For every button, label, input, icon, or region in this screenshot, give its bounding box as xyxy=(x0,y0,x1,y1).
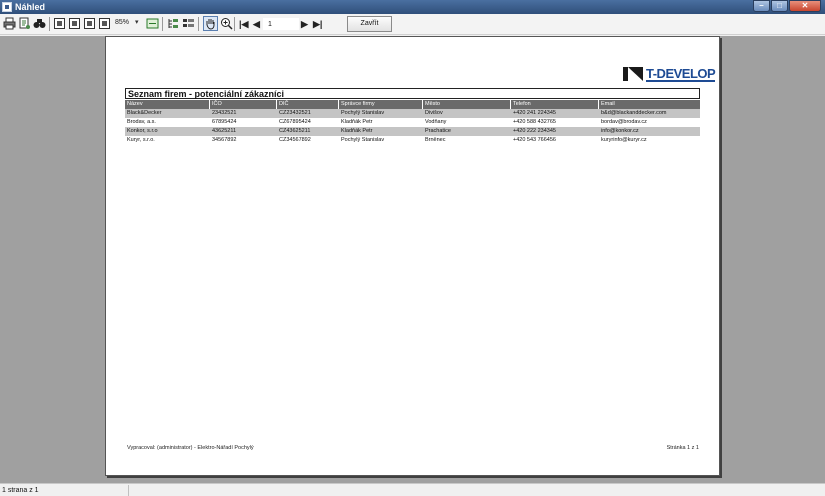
report-footer-page: Stránka 1 z 1 xyxy=(666,445,699,451)
zoom-tool-icon[interactable] xyxy=(220,17,233,30)
zoom-select[interactable]: 85% xyxy=(115,19,129,26)
outline-icon[interactable] xyxy=(167,17,180,30)
toolbar-separator xyxy=(234,17,235,31)
table-cell: Kladňák Petr xyxy=(341,119,373,125)
table-cell: 43625211 xyxy=(212,128,237,134)
report-page: T-DEVELOP Seznam firem - potenciální zák… xyxy=(105,36,720,476)
table-cell: CZ23432521 xyxy=(279,110,311,116)
table-row: Kuryr, s.r.o. 34567892 CZ34567892 Pochyl… xyxy=(125,136,700,145)
table-cell: b&d@blackanddecker.com xyxy=(601,110,667,116)
toolbar-separator xyxy=(49,17,50,31)
status-separator xyxy=(128,485,129,496)
table-cell: bordav@brodav.cz xyxy=(601,119,647,125)
thumbnails-icon[interactable] xyxy=(182,17,195,30)
table-cell: 34567892 xyxy=(212,137,237,143)
table-row: Black&Decker 23432521 CZ23432521 Pochylý… xyxy=(125,109,700,118)
find-icon[interactable] xyxy=(33,17,46,30)
minimize-button[interactable]: – xyxy=(753,0,770,12)
logo-text: T-DEVELOP xyxy=(646,65,716,82)
preview-area[interactable]: T-DEVELOP Seznam firem - potenciální zák… xyxy=(0,36,825,483)
table-row: Brodav, a.s. 67895424 CZ67895424 Kladňák… xyxy=(125,118,700,127)
table-cell: CZ43625211 xyxy=(279,128,311,134)
toolbar: 85% ▾ |◀ ◀ ▶ ▶| Zavřít xyxy=(0,14,825,35)
page-setup-icon[interactable] xyxy=(18,17,31,30)
maximize-button[interactable]: □ xyxy=(771,0,788,12)
page-count-status: 1 strana z 1 xyxy=(2,487,39,494)
table-cell: info@konkor.cz xyxy=(601,128,639,134)
table-cell: CZ67895424 xyxy=(279,119,311,125)
grid-pages-icon[interactable] xyxy=(99,18,110,29)
column-header: Telefon xyxy=(511,100,599,109)
report-title: Seznam firem - potenciální zákazníci xyxy=(125,88,700,99)
report-footer-author: Vypracoval: (administrator) - Elektro-Ná… xyxy=(127,445,254,451)
toolbar-separator xyxy=(162,17,163,31)
table-cell: Kuryr, s.r.o. xyxy=(127,137,155,143)
table-header-row: Název IČO DIČ Správce firmy Město Telefo… xyxy=(125,100,700,109)
next-page-icon[interactable]: ▶ xyxy=(301,17,308,31)
page-number-input[interactable] xyxy=(263,18,299,30)
column-header: Email xyxy=(601,101,615,107)
title-bar: Náhled – □ ✕ xyxy=(0,0,825,14)
last-page-icon[interactable]: ▶| xyxy=(313,17,322,31)
company-logo: T-DEVELOP xyxy=(623,65,716,82)
table-cell: Konkor, s.r.o xyxy=(127,128,158,134)
first-page-icon[interactable]: |◀ xyxy=(239,17,248,31)
fit-width-icon[interactable] xyxy=(146,17,159,30)
one-page-icon[interactable] xyxy=(54,18,65,29)
app-icon xyxy=(2,2,12,12)
chevron-down-icon[interactable]: ▾ xyxy=(135,18,139,26)
toolbar-separator xyxy=(198,17,199,31)
column-header: Správce firmy xyxy=(339,100,423,109)
table-cell: CZ34567892 xyxy=(279,137,311,143)
table-cell: kuryrinfo@kuryr.cz xyxy=(601,137,647,143)
table-row: Konkor, s.r.o 43625211 CZ43625211 Kladňá… xyxy=(125,127,700,136)
column-header: DIČ xyxy=(277,100,339,109)
table-cell: +420 543 766456 xyxy=(513,137,556,143)
table-cell: Divišov xyxy=(425,110,443,116)
print-icon[interactable] xyxy=(3,17,16,30)
table-cell: Prachatice xyxy=(425,128,451,134)
close-window-button[interactable]: ✕ xyxy=(789,0,821,12)
column-header: Město xyxy=(423,100,511,109)
two-pages-icon[interactable] xyxy=(69,18,80,29)
table-cell: 67895424 xyxy=(212,119,237,125)
prev-page-icon[interactable]: ◀ xyxy=(253,17,260,31)
table-cell: Pochylý Stanislav xyxy=(341,137,385,143)
report-table: Název IČO DIČ Správce firmy Město Telefo… xyxy=(125,100,700,145)
status-bar: 1 strana z 1 xyxy=(0,483,825,496)
close-button[interactable]: Zavřít xyxy=(347,16,392,32)
four-pages-icon[interactable] xyxy=(84,18,95,29)
window-controls: – □ ✕ xyxy=(753,0,821,12)
table-cell: Pochylý Stanislav xyxy=(341,110,385,116)
table-cell: +420 588 432765 xyxy=(513,119,556,125)
table-cell: +420 222 234345 xyxy=(513,128,556,134)
table-cell: 23432521 xyxy=(212,110,237,116)
table-cell: Kladňák Petr xyxy=(341,128,373,134)
table-cell: +420 241 224345 xyxy=(513,110,556,116)
table-cell: Brněnec xyxy=(425,137,446,143)
logo-mark-icon xyxy=(623,67,643,81)
table-cell: Brodav, a.s. xyxy=(127,119,156,125)
window-title: Náhled xyxy=(15,2,46,12)
table-cell: Black&Decker xyxy=(127,110,162,116)
table-cell: Vodňany xyxy=(425,119,447,125)
column-header: Název xyxy=(125,100,210,109)
column-header: IČO xyxy=(210,100,277,109)
hand-tool-icon[interactable] xyxy=(203,16,218,31)
